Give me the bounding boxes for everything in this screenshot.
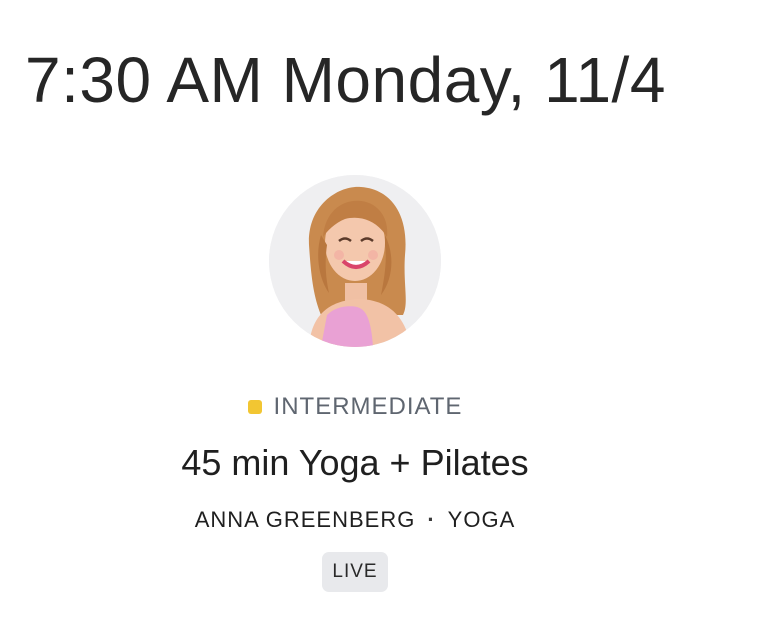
difficulty-level: INTERMEDIATE — [247, 393, 463, 421]
class-meta: ANNA GREENBERG · YOGA — [195, 507, 516, 533]
class-datetime: 7:30 AM Monday, 11/4 — [25, 44, 666, 116]
instructor-avatar — [269, 175, 441, 347]
difficulty-indicator-icon — [247, 400, 262, 414]
meta-separator: · — [427, 507, 436, 532]
class-category: YOGA — [447, 507, 516, 532]
difficulty-label: INTERMEDIATE — [273, 393, 463, 420]
live-badge: LIVE — [322, 552, 388, 592]
class-title[interactable]: 45 min Yoga + Pilates — [181, 441, 528, 485]
instructor-name[interactable]: ANNA GREENBERG — [195, 507, 416, 533]
class-card[interactable]: INTERMEDIATE 45 min Yoga + Pilates ANNA … — [0, 175, 710, 592]
instructor-avatar-icon — [269, 175, 441, 347]
